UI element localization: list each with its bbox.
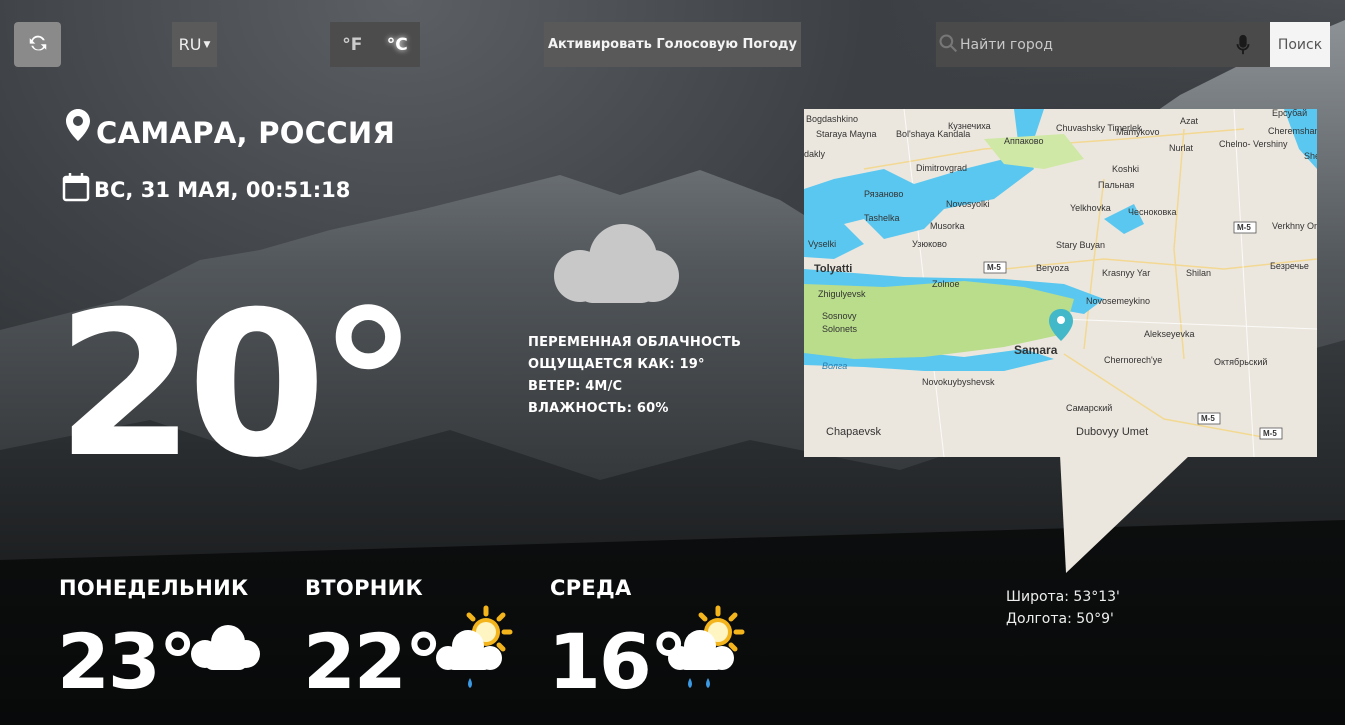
- map-label: Пальная: [1098, 180, 1134, 190]
- map-label: Chelno- Vershiny: [1219, 139, 1288, 149]
- map-label: Verkhny Orlyank: [1272, 221, 1317, 231]
- map-label: Samara: [1014, 343, 1058, 357]
- map-label: Novokuybyshevsk: [922, 377, 995, 387]
- humidity-text: ВЛАЖНОСТЬ: 60%: [528, 401, 669, 416]
- map-label: Alekseyevka: [1144, 329, 1195, 339]
- microphone-icon[interactable]: [1230, 34, 1256, 56]
- map-label: Октябрьский: [1214, 357, 1267, 367]
- cloud-icon: [548, 218, 682, 310]
- map-label: Аппаково: [1004, 136, 1044, 146]
- map-label: Ерсубай: [1272, 109, 1307, 118]
- map-label: Zhigulyevsk: [818, 289, 866, 299]
- refresh-icon: [27, 32, 49, 58]
- map-label: М-5: [1237, 223, 1251, 232]
- voice-weather-button[interactable]: Активировать Голосовую Погоду: [544, 22, 801, 67]
- latitude-text: Широта: 53°13': [1006, 589, 1120, 605]
- search-icon: [938, 33, 960, 57]
- map-label: Bogdashkino: [806, 114, 858, 124]
- sun-cloud-rain-icon: [434, 604, 518, 702]
- map-label: Chapaevsk: [826, 426, 882, 438]
- map-label: Самарский: [1066, 403, 1112, 413]
- celsius-button[interactable]: °C: [387, 35, 408, 55]
- map-label: Krasnyy Yar: [1102, 268, 1150, 278]
- map-label: Shilan: [1186, 268, 1211, 278]
- map-label: Koshki: [1112, 164, 1139, 174]
- current-temperature: 20°: [56, 269, 418, 502]
- unit-toggle: °F °C: [330, 22, 420, 67]
- map-label: Sosnovy: [822, 311, 857, 321]
- language-select[interactable]: RU ▼: [172, 22, 217, 67]
- chevron-down-icon: ▼: [203, 39, 211, 50]
- sun-cloud-rain-icon: [666, 604, 750, 702]
- map-label: Solonets: [822, 324, 858, 334]
- map-callout-tail: [1060, 455, 1190, 573]
- map-label: Zolnoe: [932, 279, 960, 289]
- map-label: She: [1304, 151, 1317, 161]
- map-label: dakly: [804, 149, 826, 159]
- location-pin-icon: [66, 108, 90, 148]
- condition-text: ПЕРЕМЕННАЯ ОБЛАЧНОСТЬ: [528, 335, 742, 350]
- coordinates: Широта: 53°13' Долгота: 50°9': [1006, 586, 1120, 630]
- forecast-day-3-name: СРЕДА: [550, 576, 632, 600]
- map-label: Кузнечиха: [948, 121, 991, 131]
- map-label: Novosemeykino: [1086, 296, 1150, 306]
- cloud-icon: [188, 622, 262, 676]
- map-label: Staraya Mayna: [816, 129, 877, 139]
- datetime-text: ВС, 31 МАЯ, 00:51:18: [94, 177, 351, 202]
- map-label: Dimitrovgrad: [916, 163, 967, 173]
- forecast-day-2-temp: 22°: [303, 617, 443, 706]
- map-label: Yelkhovka: [1070, 203, 1111, 213]
- search-button[interactable]: Поиск: [1270, 22, 1330, 67]
- map-label: Tolyatti: [814, 263, 852, 275]
- map-label: Azat: [1180, 116, 1199, 126]
- search-input[interactable]: [960, 36, 1230, 53]
- map-label: М-5: [1263, 429, 1277, 438]
- calendar-icon: [62, 172, 90, 207]
- map-label: Nurlat: [1169, 143, 1194, 153]
- map-label: Чесноковка: [1128, 207, 1176, 217]
- map-label: Chernorech'ye: [1104, 355, 1162, 365]
- forecast-day-2-name: ВТОРНИК: [305, 576, 423, 600]
- map-label: Beryoza: [1036, 263, 1069, 273]
- location-map[interactable]: М-5 М-5 М-5 М-5 Bogdashkino Staraya Mayn…: [804, 109, 1317, 457]
- map-label: Cheremshan: [1268, 126, 1317, 136]
- wind-text: ВЕТЕР: 4М/С: [528, 379, 623, 394]
- map-label: Musorka: [930, 221, 965, 231]
- location-name: САМАРА, РОССИЯ: [96, 116, 396, 150]
- fahrenheit-button[interactable]: °F: [342, 35, 362, 55]
- refresh-button[interactable]: [14, 22, 61, 67]
- map-label: Tashelka: [864, 213, 900, 223]
- map-label: Novosyolki: [946, 199, 990, 209]
- map-label: Рязаново: [864, 189, 903, 199]
- location-heading: САМАРА, РОССИЯ: [66, 108, 396, 150]
- map-label: Dubovyy Umet: [1076, 426, 1148, 438]
- forecast-day-1-name: ПОНЕДЕЛЬНИК: [59, 576, 249, 600]
- map-label: Vyselki: [808, 239, 836, 249]
- map-label: М-5: [987, 263, 1001, 272]
- map-label: Stary Buyan: [1056, 240, 1105, 250]
- forecast-day-1-temp: 23°: [57, 617, 197, 706]
- map-label: Безречье: [1270, 261, 1309, 271]
- datetime: ВС, 31 МАЯ, 00:51:18: [62, 172, 350, 207]
- weather-details: ПЕРЕМЕННАЯ ОБЛАЧНОСТЬ ОЩУЩАЕТСЯ КАК: 19°…: [528, 332, 741, 420]
- search-bar: [936, 22, 1270, 67]
- map-label: Mamykovo: [1116, 127, 1160, 137]
- feels-like-text: ОЩУЩАЕТСЯ КАК: 19°: [528, 357, 705, 372]
- map-label: М-5: [1201, 414, 1215, 423]
- longitude-text: Долгота: 50°9': [1006, 611, 1114, 627]
- map-label: Узюково: [912, 239, 947, 249]
- language-value: RU: [178, 35, 202, 54]
- map-label: Волга: [822, 361, 847, 371]
